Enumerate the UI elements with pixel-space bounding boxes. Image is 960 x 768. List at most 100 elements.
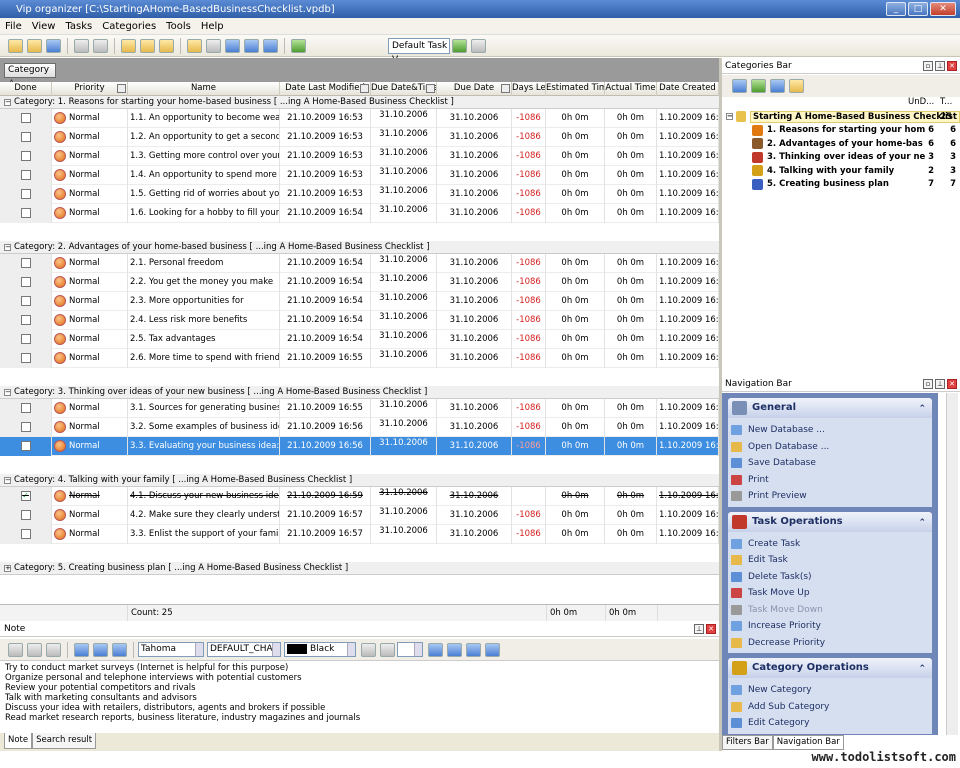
table-row[interactable]: Normal 2.2. You get the money you make 21.… — [0, 273, 719, 292]
nav-item[interactable]: New Database ... — [728, 422, 932, 439]
expand-toggle-icon[interactable]: − — [4, 98, 11, 106]
col-date-created[interactable]: Date Created — [657, 82, 719, 96]
category-group-header[interactable]: − Category: 3. Thinking over ideas of you… — [0, 386, 719, 399]
nav-item[interactable]: Print — [728, 472, 932, 489]
collapse-icon[interactable]: ⌃ — [918, 513, 926, 533]
mail-icon[interactable] — [206, 38, 221, 53]
charset-select[interactable]: DEFAULT_CHAR — [207, 642, 281, 657]
color-select[interactable]: Black — [284, 642, 356, 657]
nav-item[interactable]: Open Database ... — [728, 439, 932, 456]
done-checkbox[interactable] — [20, 258, 31, 268]
maximize-button[interactable]: □ — [908, 2, 928, 16]
add-subcategory-icon[interactable] — [751, 79, 766, 93]
done-checkbox[interactable]: ✓ — [20, 491, 31, 501]
link-icon[interactable] — [187, 38, 202, 53]
col-due-date[interactable]: Due Date — [437, 82, 512, 96]
bullets-icon[interactable] — [485, 642, 500, 657]
collapse-icon[interactable]: ⌃ — [918, 659, 926, 679]
table-row[interactable]: Normal 2.3. More opportunities for 21.10.2… — [0, 292, 719, 311]
table-row[interactable]: Normal 1.6. Looking for a hobby to fill y… — [0, 204, 719, 223]
done-checkbox[interactable] — [20, 353, 31, 363]
align-center-icon[interactable] — [447, 642, 462, 657]
table-row[interactable]: Normal 1.2. An opportunity to get a secon… — [0, 128, 719, 147]
tree-category-item[interactable]: 1. Reasons for starting your hom 6 6 — [722, 124, 960, 138]
nav-item[interactable]: Task Move Up — [728, 585, 932, 602]
nav-section-header[interactable]: General ⌃ — [728, 398, 932, 418]
done-checkbox[interactable] — [20, 296, 31, 306]
note-preview-icon[interactable] — [46, 642, 61, 657]
table-row[interactable]: Normal 1.3. Getting more control over you… — [0, 147, 719, 166]
close-icon[interactable]: ✕ — [947, 379, 957, 389]
done-checkbox[interactable] — [20, 403, 31, 413]
col-due-datetime[interactable]: Due Date&Time — [371, 82, 437, 96]
col-undone[interactable]: UnD... — [908, 97, 934, 108]
tree-category-item[interactable]: 2. Advantages of your home-bas 6 6 — [722, 137, 960, 151]
nav-item[interactable]: Save Database — [728, 455, 932, 472]
pin-icon[interactable]: ⊥ — [935, 61, 945, 71]
save-icon[interactable] — [46, 38, 61, 53]
italic-icon[interactable] — [93, 642, 108, 657]
tree-category-item[interactable]: 5. Creating business plan 7 7 — [722, 178, 960, 192]
view-select[interactable]: Default Task V — [388, 37, 450, 65]
table-row[interactable]: Normal 2.6. More time to spend with frien… — [0, 349, 719, 368]
edit-category-icon[interactable] — [770, 79, 785, 93]
menu-file[interactable]: File — [0, 21, 27, 32]
panel-icon[interactable]: ▫ — [923, 379, 933, 389]
print-preview-icon[interactable] — [93, 38, 108, 53]
new-category-icon[interactable] — [732, 79, 747, 93]
menu-categories[interactable]: Categories — [97, 21, 161, 32]
table-row[interactable]: Normal 1.5. Getting rid of worries about … — [0, 185, 719, 204]
nav-section-header[interactable]: Task Operations ⌃ — [728, 511, 932, 533]
delete-category-icon[interactable] — [789, 79, 804, 93]
nav-section-header[interactable]: Category Operations ⌃ — [728, 658, 932, 678]
menu-tools[interactable]: Tools — [161, 21, 196, 32]
done-checkbox[interactable] — [20, 334, 31, 344]
done-checkbox[interactable] — [20, 189, 31, 199]
table-row[interactable]: Normal 2.1. Personal freedom 21.10.2009 16… — [0, 254, 719, 273]
panel-icon[interactable]: ▫ — [923, 61, 933, 71]
nav-item[interactable]: Delete Task(s) — [728, 569, 932, 586]
done-checkbox[interactable] — [20, 529, 31, 539]
col-done[interactable]: Done — [0, 82, 52, 96]
expand-toggle-icon[interactable]: − — [4, 243, 11, 251]
new-database-icon[interactable] — [8, 38, 23, 53]
col-days-left[interactable]: Days Left — [512, 82, 546, 96]
table-row[interactable]: Normal 3.1. Sources for generating busine… — [0, 399, 719, 418]
decrease-priority-icon[interactable] — [263, 38, 278, 53]
expand-toggle-icon[interactable]: + — [4, 564, 11, 572]
tree-root[interactable]: − Starting A Home-Based Business Checklis… — [722, 110, 960, 124]
menu-help[interactable]: Help — [196, 21, 229, 32]
done-checkbox[interactable] — [20, 151, 31, 161]
nav-scrollbar[interactable] — [946, 393, 958, 735]
col-priority[interactable]: Priority — [52, 82, 128, 96]
tab-navigation-bar[interactable]: Navigation Bar — [772, 735, 844, 750]
menu-view[interactable]: View — [27, 21, 61, 32]
category-group-header[interactable]: − Category: 2. Advantages of your home-ba… — [0, 241, 719, 254]
nav-item[interactable]: Print Preview — [728, 488, 932, 505]
table-row[interactable]: Normal 3.3. Evaluating your business idea… — [0, 437, 719, 456]
nav-item[interactable]: Decrease Priority — [728, 635, 932, 652]
open-database-icon[interactable] — [27, 38, 42, 53]
nav-item[interactable]: Add Sub Category — [728, 699, 932, 716]
move-up-icon[interactable] — [225, 38, 240, 53]
done-checkbox[interactable] — [20, 277, 31, 287]
align-right-icon[interactable] — [466, 642, 481, 657]
size-select[interactable] — [397, 642, 423, 657]
nav-item[interactable]: Create Task — [728, 536, 932, 553]
increase-priority-icon[interactable] — [244, 38, 259, 53]
col-estimated-time[interactable]: Estimated Time — [546, 82, 605, 96]
table-row[interactable]: Normal 1.1. An opportunity to become weal… — [0, 109, 719, 128]
done-checkbox[interactable] — [20, 315, 31, 325]
tree-category-item[interactable]: 3. Thinking over ideas of your ne 3 3 — [722, 151, 960, 165]
pin-icon[interactable]: ⊥ — [694, 624, 704, 634]
category-group-header[interactable]: − Category: 1. Reasons for starting your … — [0, 96, 719, 109]
table-row[interactable]: Normal 3.3. Enlist the support of your fa… — [0, 525, 719, 544]
col-date-modified[interactable]: Date Last Modified — [280, 82, 371, 96]
expand-toggle-icon[interactable]: − — [4, 476, 11, 484]
tab-search-result[interactable]: Search result — [32, 733, 97, 749]
print-icon[interactable] — [74, 38, 89, 53]
note-text[interactable]: Try to conduct market surveys (Internet … — [2, 663, 717, 731]
col-name[interactable]: Name — [128, 82, 280, 96]
category-group-header[interactable]: + Category: 5. Creating business plan [ .… — [0, 562, 719, 575]
table-row[interactable]: Normal 3.2. Some examples of business ide… — [0, 418, 719, 437]
